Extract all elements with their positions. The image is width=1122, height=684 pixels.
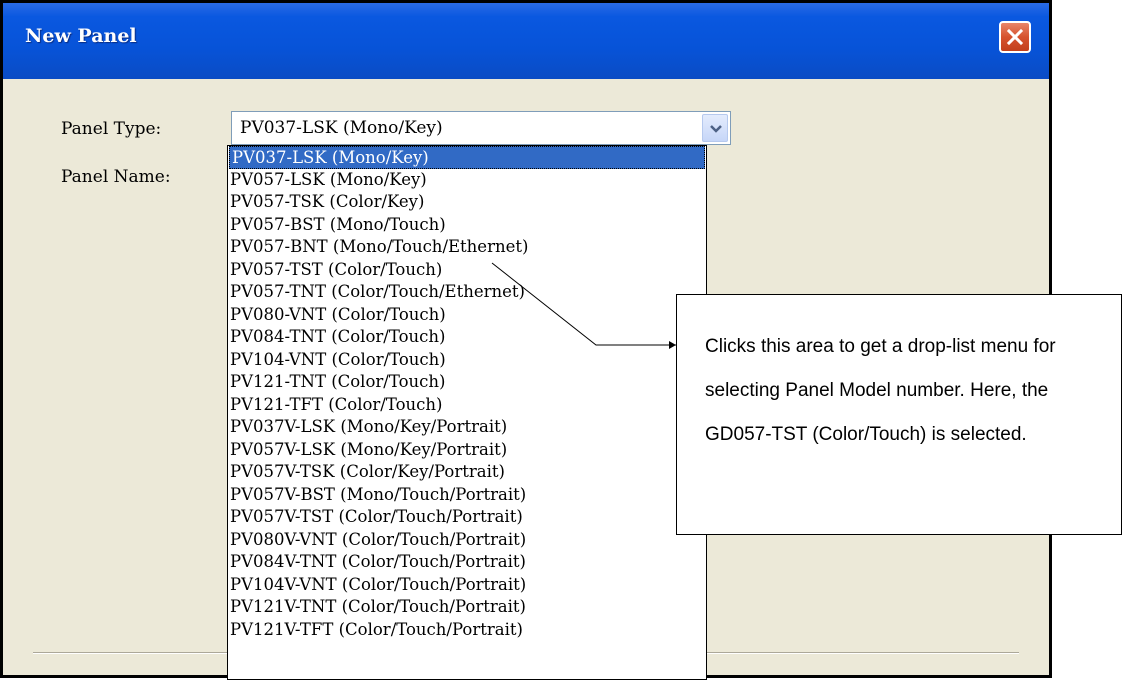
dropdown-button[interactable] bbox=[702, 114, 728, 142]
dropdown-option[interactable]: PV104-VNT (Color/Touch) bbox=[228, 349, 706, 372]
title-bar[interactable]: New Panel bbox=[3, 3, 1049, 79]
dropdown-option[interactable]: PV080-VNT (Color/Touch) bbox=[228, 304, 706, 327]
dropdown-option[interactable]: PV057-TSK (Color/Key) bbox=[228, 191, 706, 214]
chevron-down-icon bbox=[710, 125, 722, 133]
panel-type-dropdown-list[interactable]: PV037-LSK (Mono/Key) PV057-LSK (Mono/Key)… bbox=[227, 145, 707, 680]
callout-text: Clicks this area to get a drop-list menu… bbox=[705, 336, 1056, 445]
dropdown-option[interactable]: PV057V-LSK (Mono/Key/Portrait) bbox=[228, 439, 706, 462]
dropdown-option[interactable]: PV037V-LSK (Mono/Key/Portrait) bbox=[228, 416, 706, 439]
panel-type-select[interactable]: PV037-LSK (Mono/Key) bbox=[231, 111, 731, 145]
dropdown-option[interactable]: PV057V-TSK (Color/Key/Portrait) bbox=[228, 461, 706, 484]
dropdown-option[interactable]: PV084-TNT (Color/Touch) bbox=[228, 326, 706, 349]
dropdown-option[interactable]: PV057-BNT (Mono/Touch/Ethernet) bbox=[228, 236, 706, 259]
window-title: New Panel bbox=[25, 25, 137, 47]
dropdown-option[interactable]: PV080V-VNT (Color/Touch/Portrait) bbox=[228, 529, 706, 552]
dropdown-option[interactable]: PV057-BST (Mono/Touch) bbox=[228, 214, 706, 237]
dropdown-option[interactable]: PV121V-TFT (Color/Touch/Portrait) bbox=[228, 619, 706, 642]
dropdown-option[interactable]: PV037-LSK (Mono/Key) bbox=[229, 146, 705, 169]
dropdown-option[interactable]: PV121V-TNT (Color/Touch/Portrait) bbox=[228, 596, 706, 619]
dropdown-option[interactable]: PV104V-VNT (Color/Touch/Portrait) bbox=[228, 574, 706, 597]
close-button[interactable] bbox=[999, 21, 1031, 53]
close-icon bbox=[1006, 28, 1024, 46]
dropdown-option[interactable]: PV057V-BST (Mono/Touch/Portrait) bbox=[228, 484, 706, 507]
dropdown-option[interactable]: PV121-TFT (Color/Touch) bbox=[228, 394, 706, 417]
panel-name-label: Panel Name: bbox=[61, 167, 171, 187]
dropdown-option[interactable]: PV121-TNT (Color/Touch) bbox=[228, 371, 706, 394]
panel-type-value: PV037-LSK (Mono/Key) bbox=[240, 118, 443, 138]
callout-note: Clicks this area to get a drop-list menu… bbox=[676, 294, 1122, 535]
dropdown-option[interactable]: PV057V-TST (Color/Touch/Portrait) bbox=[228, 506, 706, 529]
dropdown-option[interactable]: PV084V-TNT (Color/Touch/Portrait) bbox=[228, 551, 706, 574]
dropdown-option[interactable]: PV057-TNT (Color/Touch/Ethernet) bbox=[228, 281, 706, 304]
dropdown-option[interactable]: PV057-LSK (Mono/Key) bbox=[228, 169, 706, 192]
panel-type-label: Panel Type: bbox=[61, 119, 162, 139]
dropdown-option[interactable]: PV057-TST (Color/Touch) bbox=[228, 259, 706, 282]
